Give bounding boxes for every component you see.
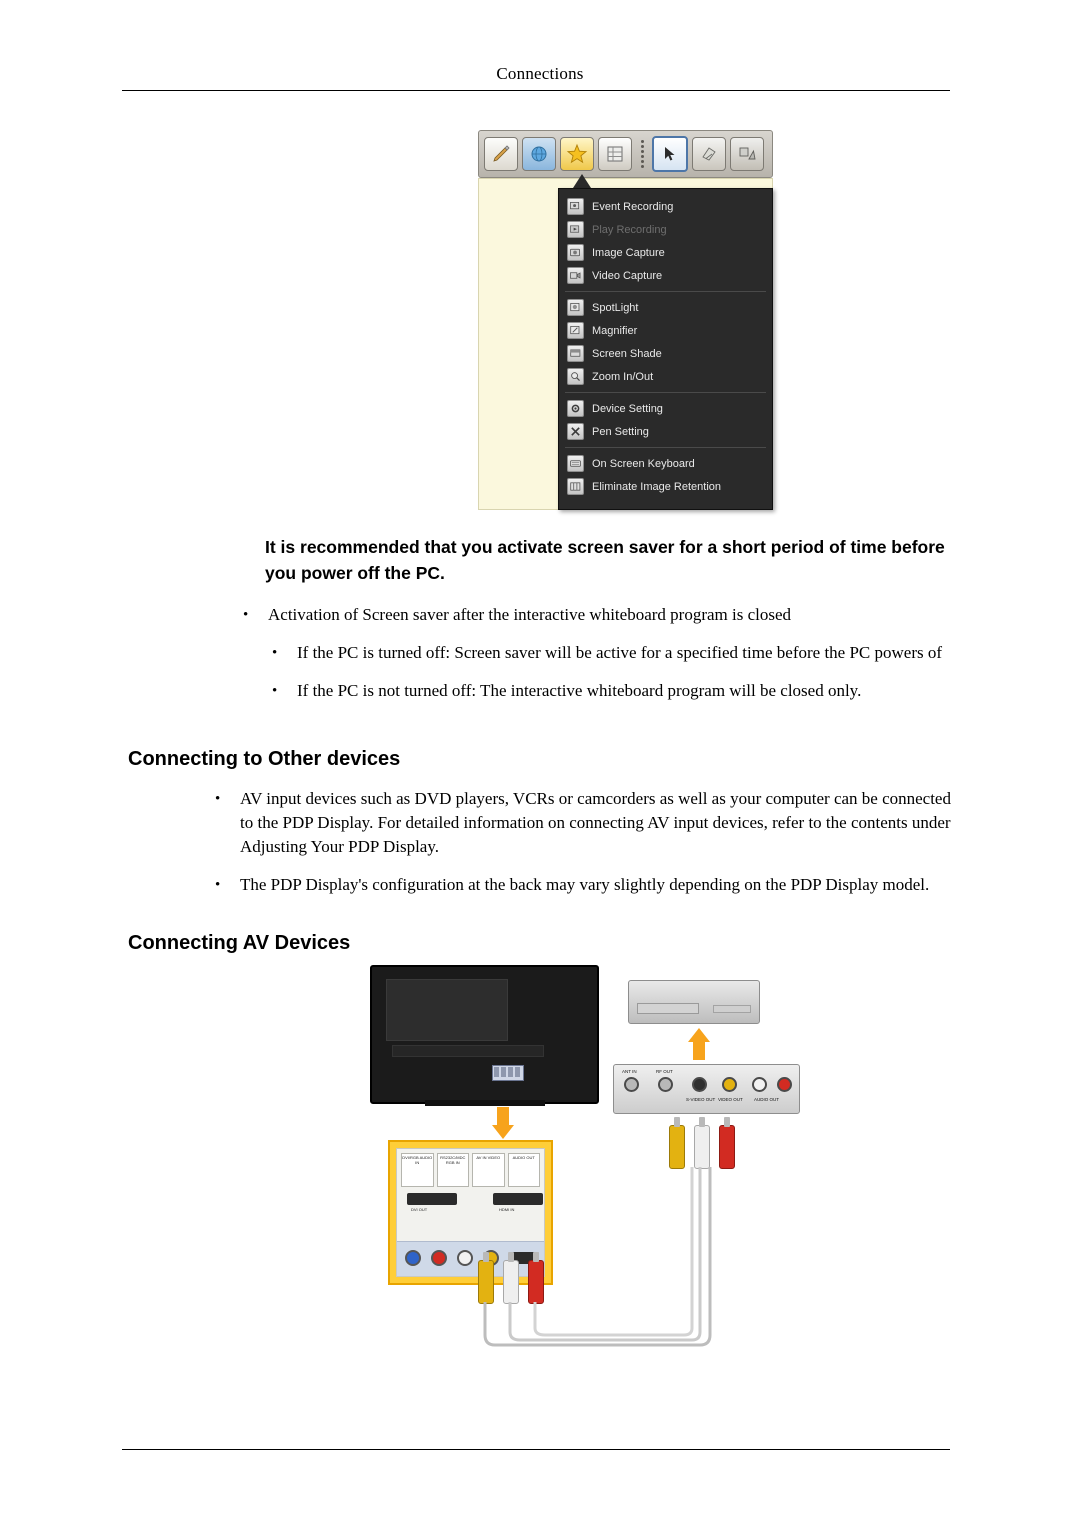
whiteboard-toolbar-figure: Event Recording Play Recording Image Cap…: [478, 130, 773, 510]
menu-item-video-capture[interactable]: Video Capture: [559, 264, 772, 287]
menu-item-label: Video Capture: [592, 269, 663, 282]
zoom-icon: [567, 368, 584, 385]
shapes-icon[interactable]: [730, 137, 764, 171]
menu-item-label: Pen Setting: [592, 425, 649, 438]
menu-item-image-capture[interactable]: Image Capture: [559, 241, 772, 264]
menu-item-label: Screen Shade: [592, 347, 662, 360]
menu-item-label: Eliminate Image Retention: [592, 480, 722, 493]
running-head: Connections: [496, 64, 584, 83]
list-item-text: If the PC is turned off: Screen saver wi…: [297, 643, 943, 662]
menu-item-eliminate-image-retention[interactable]: Eliminate Image Retention: [559, 475, 772, 498]
spotlight-icon: [567, 299, 584, 316]
list-item-text: Activation of Screen saver after the int…: [268, 605, 792, 624]
list-item-text: AV input devices such as DVD players, VC…: [240, 789, 951, 856]
pen-setting-icon: [567, 423, 584, 440]
menu-item-label: SpotLight: [592, 301, 639, 314]
screen-saver-note: It is recommended that you activate scre…: [265, 537, 945, 583]
menu-divider: [565, 447, 766, 448]
play-recording-icon: [567, 221, 584, 238]
menu-item-label: Event Recording: [592, 200, 674, 213]
footer-rule: [122, 1449, 950, 1450]
other-devices-bullet-list: • AV input devices such as DVD players, …: [0, 787, 1080, 911]
menu-item-device-setting[interactable]: Device Setting: [559, 397, 772, 420]
menu-item-screen-shade[interactable]: Screen Shade: [559, 342, 772, 365]
menu-item-label: Zoom In/Out: [592, 370, 654, 383]
list-item-text: The PDP Display's configuration at the b…: [240, 875, 930, 894]
bullet-marker: •: [272, 683, 278, 699]
event-recording-icon: [567, 198, 584, 215]
star-icon[interactable]: [560, 137, 594, 171]
menu-item-label: Play Recording: [592, 223, 667, 236]
list-item: • The PDP Display's configuration at the…: [215, 873, 955, 897]
list-item: • AV input devices such as DVD players, …: [215, 787, 955, 859]
video-capture-icon: [567, 267, 584, 284]
eliminate-retention-icon: [567, 478, 584, 495]
menu-item-label: Magnifier: [592, 324, 638, 337]
menu-item-spotlight[interactable]: SpotLight: [559, 296, 772, 319]
image-capture-icon: [567, 244, 584, 261]
note-bullet-list: • Activation of Screen saver after the i…: [0, 603, 1080, 717]
menu-divider: [565, 392, 766, 393]
grid-icon[interactable]: [598, 137, 632, 171]
bullet-marker: •: [272, 645, 278, 661]
pen-icon[interactable]: [484, 137, 518, 171]
menu-item-label: On Screen Keyboard: [592, 457, 695, 470]
bullet-marker: •: [215, 791, 221, 807]
list-item: • If the PC is turned off: Screen saver …: [272, 641, 952, 665]
menu-item-play-recording[interactable]: Play Recording: [559, 218, 772, 241]
list-item: • If the PC is not turned off: The inter…: [272, 679, 952, 703]
menu-item-magnifier[interactable]: Magnifier: [559, 319, 772, 342]
document-page: Connections Event Recording Play Recordi…: [0, 0, 1080, 1527]
header-rule: [122, 90, 950, 91]
menu-item-label: Image Capture: [592, 246, 665, 259]
magnifier-icon: [567, 322, 584, 339]
menu-item-zoom[interactable]: Zoom In/Out: [559, 365, 772, 388]
screen-shade-icon: [567, 345, 584, 362]
av-cables: [483, 1167, 712, 1347]
globe-icon[interactable]: [522, 137, 556, 171]
av-connection-diagram: DVI/RGB AUDIO IN RS232C/MDC RGB IN AV IN…: [370, 960, 810, 1360]
list-item: • Activation of Screen saver after the i…: [243, 603, 940, 627]
menu-divider: [565, 291, 766, 292]
menu-item-on-screen-keyboard[interactable]: On Screen Keyboard: [559, 452, 772, 475]
keyboard-icon: [567, 455, 584, 472]
whiteboard-toolbar[interactable]: [478, 130, 773, 178]
drag-dots-icon[interactable]: [636, 138, 648, 170]
bullet-marker: •: [215, 877, 221, 893]
list-item-text: If the PC is not turned off: The interac…: [297, 681, 862, 700]
device-setting-icon: [567, 400, 584, 417]
bullet-marker: •: [243, 607, 249, 623]
eraser-icon[interactable]: [692, 137, 726, 171]
menu-item-label: Device Setting: [592, 402, 663, 415]
menu-item-event-recording[interactable]: Event Recording: [559, 195, 772, 218]
toolbar-dropdown-menu[interactable]: Event Recording Play Recording Image Cap…: [558, 188, 773, 510]
section-heading-other-devices: Connecting to Other devices: [128, 748, 401, 770]
section-heading-av-devices: Connecting AV Devices: [128, 932, 351, 954]
cursor-arrow-icon[interactable]: [652, 136, 688, 172]
menu-caret-icon: [573, 174, 591, 188]
menu-item-pen-setting[interactable]: Pen Setting: [559, 420, 772, 443]
